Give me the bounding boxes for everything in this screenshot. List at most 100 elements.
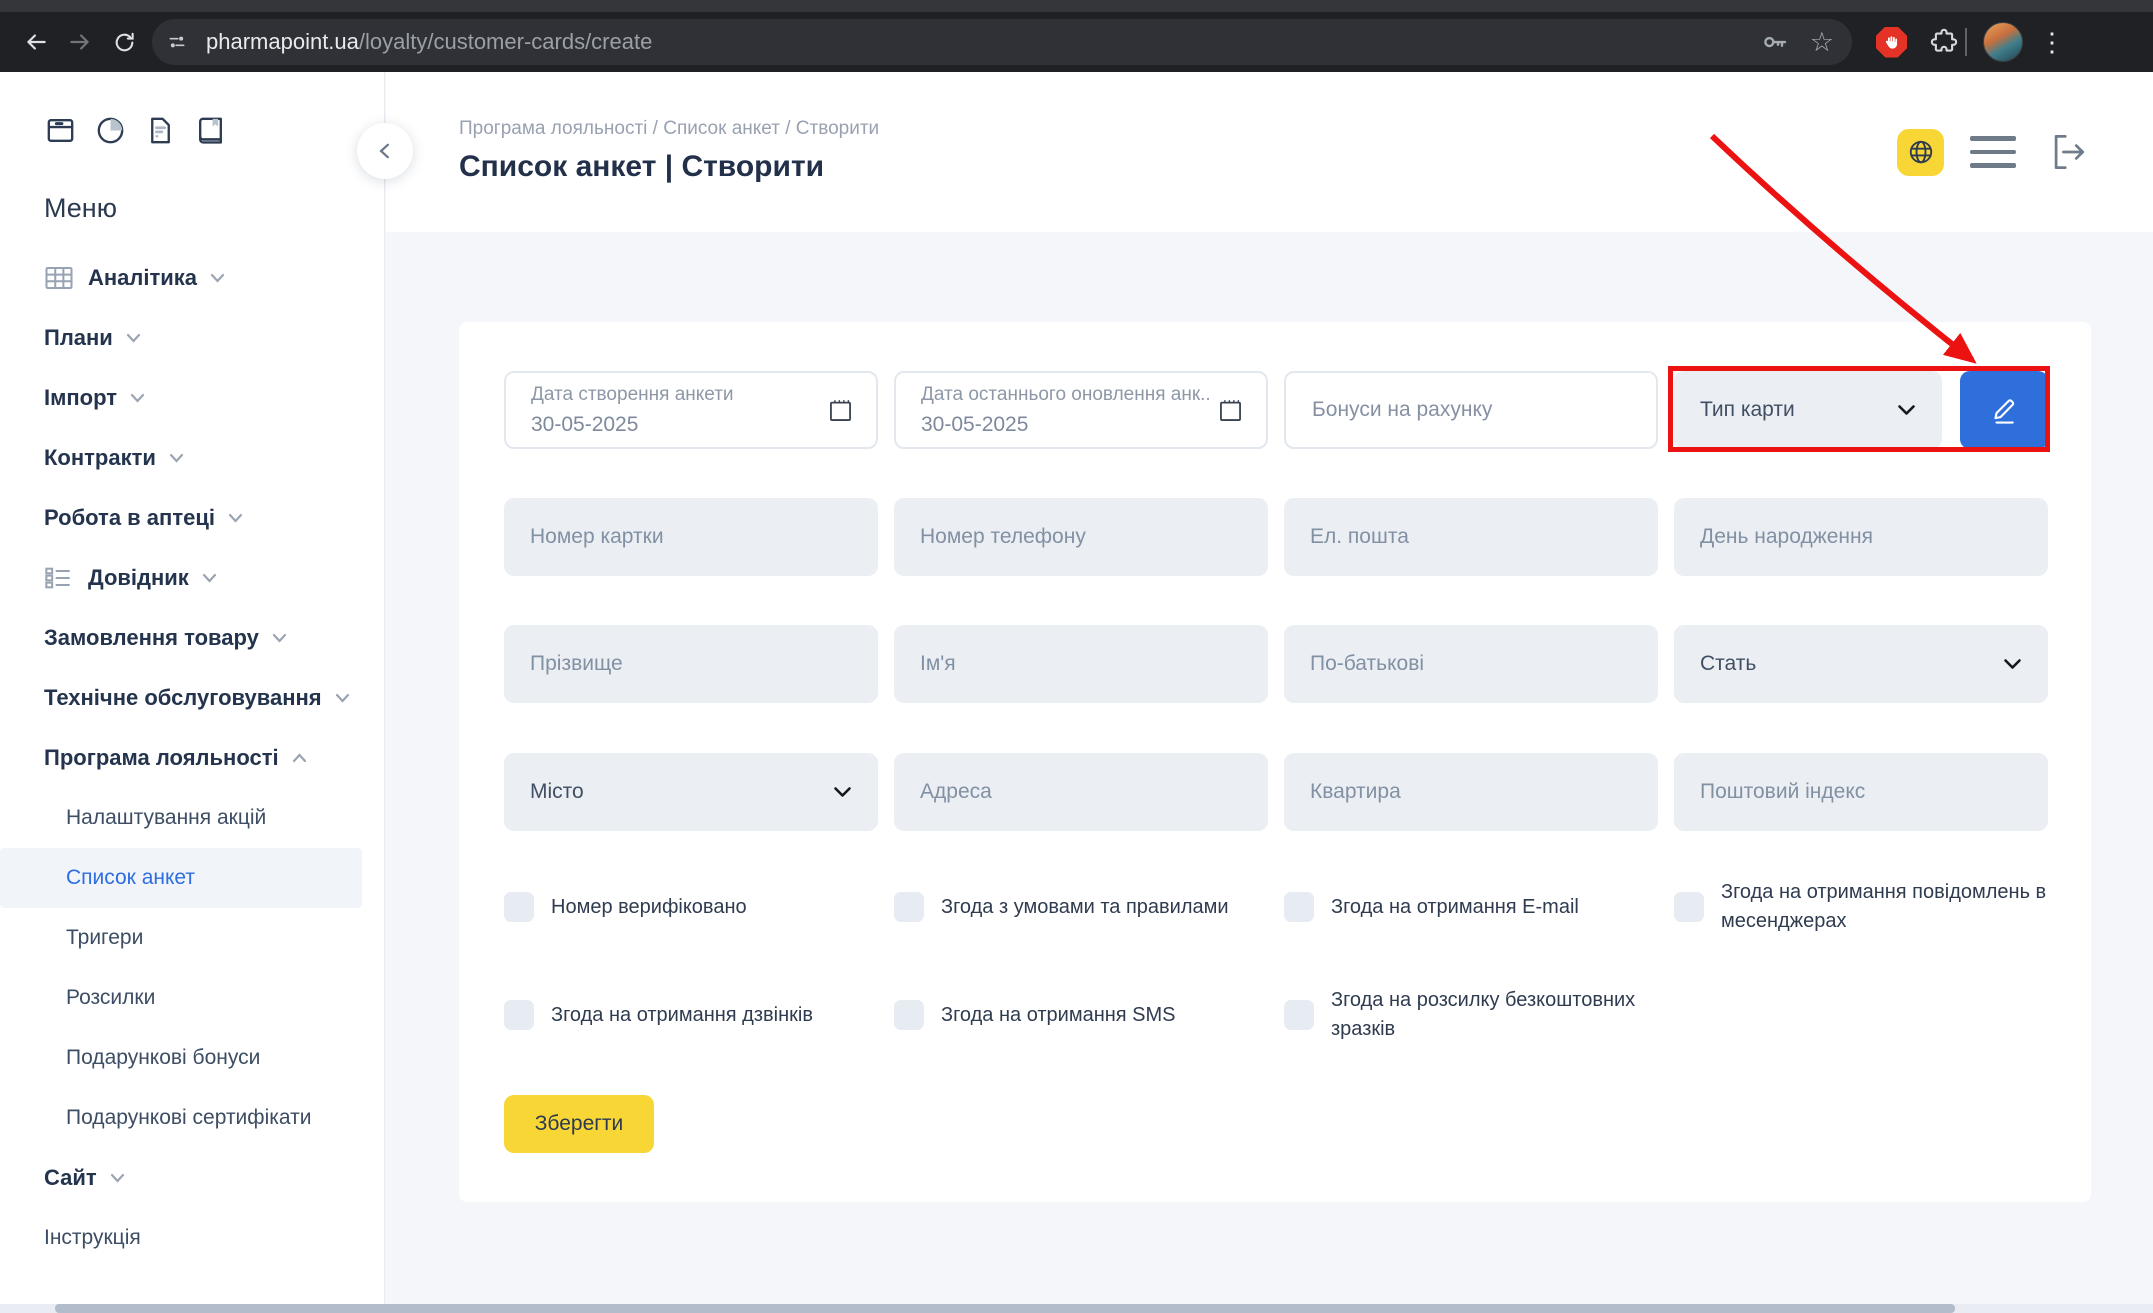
checkbox[interactable] bbox=[504, 892, 534, 922]
page-title: Список анкет | Створити bbox=[459, 150, 824, 184]
language-globe-button[interactable] bbox=[1897, 129, 1944, 176]
date-created-label: Дата створення анкети bbox=[531, 384, 734, 406]
checkbox-terms-agreement[interactable]: Згода з умовами та правилами bbox=[894, 892, 1268, 922]
sidebar-item-plans[interactable]: Плани bbox=[0, 308, 384, 368]
checkbox-number-verified[interactable]: Номер верифіковано bbox=[504, 892, 878, 922]
edit-card-type-button[interactable] bbox=[1960, 371, 2048, 449]
form-card: Дата створення анкети 30-05-2025 Дата ос… bbox=[459, 322, 2091, 1202]
chevron-down-icon bbox=[335, 693, 350, 703]
checkbox[interactable] bbox=[1284, 892, 1314, 922]
sidebar-item-import[interactable]: Імпорт bbox=[0, 368, 384, 428]
card-number-input[interactable]: Номер картки bbox=[504, 498, 878, 576]
table-grid-icon bbox=[44, 264, 76, 292]
reload-icon bbox=[112, 30, 137, 55]
date-created-value: 30-05-2025 bbox=[531, 413, 638, 437]
checkbox[interactable] bbox=[1674, 892, 1704, 922]
sidebar-item-loyalty-program[interactable]: Програма лояльності bbox=[0, 728, 384, 788]
logout-button[interactable] bbox=[2046, 128, 2090, 176]
sidebar: Меню Аналітика Плани Імпорт bbox=[0, 72, 385, 1313]
sidebar-subitem-promo-settings[interactable]: Налаштування акцій bbox=[0, 788, 384, 848]
browser-forward-button[interactable] bbox=[58, 20, 102, 64]
content-area: Повернутись до списку Дата створення анк… bbox=[386, 232, 2153, 1313]
checkbox[interactable] bbox=[504, 1000, 534, 1030]
browser-back-button[interactable] bbox=[14, 20, 58, 64]
sidebar-subitem-customer-cards[interactable]: Список анкет bbox=[0, 848, 362, 908]
sidebar-item-site[interactable]: Сайт bbox=[0, 1148, 384, 1208]
url-path: /loyalty/customer-cards/create bbox=[359, 29, 652, 54]
checkbox[interactable] bbox=[1284, 1000, 1314, 1030]
hamburger-menu-icon[interactable] bbox=[1970, 136, 2016, 168]
sidebar-subitem-triggers[interactable]: Тригери bbox=[0, 908, 384, 968]
email-input[interactable]: Ел. пошта bbox=[1284, 498, 1658, 576]
checkbox[interactable] bbox=[894, 1000, 924, 1030]
chevron-down-icon bbox=[130, 393, 145, 403]
card-type-select[interactable]: Тип карти bbox=[1674, 371, 1942, 449]
apartment-input[interactable]: Квартира bbox=[1284, 753, 1658, 831]
sidebar-item-maintenance[interactable]: Технічне обслуговування bbox=[0, 668, 384, 728]
gender-select[interactable]: Стать bbox=[1674, 625, 2048, 703]
toolbar-separator bbox=[1965, 28, 1967, 56]
book-icon[interactable] bbox=[194, 114, 227, 147]
address-bar[interactable]: pharmapoint.ua/loyalty/customer-cards/cr… bbox=[152, 19, 1852, 65]
site-settings-icon[interactable] bbox=[160, 25, 194, 59]
checkbox[interactable] bbox=[894, 892, 924, 922]
sidebar-subitem-mailings[interactable]: Розсилки bbox=[0, 968, 384, 1028]
window-strip bbox=[0, 0, 2153, 12]
date-updated-value: 30-05-2025 bbox=[921, 413, 1028, 437]
checkbox-messenger-consent[interactable]: Згода на отримання повідомлень в месендж… bbox=[1674, 878, 2048, 936]
horizontal-scrollbar[interactable] bbox=[0, 1304, 2153, 1313]
chevron-down-icon bbox=[228, 513, 243, 523]
document-icon[interactable] bbox=[144, 114, 177, 147]
breadcrumb: Програма лояльності / Список анкет / Ств… bbox=[459, 118, 879, 140]
sidebar-item-instruction[interactable]: Інструкція bbox=[0, 1208, 384, 1268]
checkbox-sms-consent[interactable]: Згода на отримання SMS bbox=[894, 1000, 1268, 1030]
profile-avatar[interactable] bbox=[1983, 22, 2023, 62]
calendar-icon[interactable] bbox=[827, 397, 854, 429]
date-created-field[interactable]: Дата створення анкети 30-05-2025 bbox=[504, 371, 878, 449]
scrollbar-thumb[interactable] bbox=[55, 1304, 1955, 1313]
sidebar-item-goods-order[interactable]: Замовлення товару bbox=[0, 608, 384, 668]
sidebar-subitem-gift-bonuses[interactable]: Подарункові бонуси bbox=[0, 1028, 384, 1088]
city-select[interactable]: Місто bbox=[504, 753, 878, 831]
pencil-edit-icon bbox=[1989, 395, 2019, 425]
checkbox-email-consent[interactable]: Згода на отримання E-mail bbox=[1284, 892, 1658, 922]
sidebar-item-pharmacy-work[interactable]: Робота в аптеці bbox=[0, 488, 384, 548]
postal-code-input[interactable]: Поштовий індекс bbox=[1674, 753, 2048, 831]
sidebar-item-directory[interactable]: Довідник bbox=[0, 548, 384, 608]
back-arrow-icon bbox=[23, 29, 49, 55]
sidebar-nav: Аналітика Плани Імпорт Контракти Робота … bbox=[0, 248, 384, 1268]
date-updated-label: Дата останнього оновлення анк... bbox=[921, 384, 1211, 406]
logout-icon bbox=[2046, 128, 2090, 176]
last-name-input[interactable]: Прізвище bbox=[504, 625, 878, 703]
adblock-extension-icon[interactable] bbox=[1876, 27, 1907, 58]
browser-menu-icon[interactable]: ⋮ bbox=[2039, 29, 2065, 55]
sidebar-item-contracts[interactable]: Контракти bbox=[0, 428, 384, 488]
sidebar-collapse-button[interactable] bbox=[357, 123, 413, 179]
birthday-input[interactable]: День народження bbox=[1674, 498, 2048, 576]
pie-chart-icon[interactable] bbox=[94, 114, 127, 147]
stop-hand-icon bbox=[1883, 34, 1900, 51]
first-name-input[interactable]: Ім'я bbox=[894, 625, 1268, 703]
middle-name-input[interactable]: По-батькові bbox=[1284, 625, 1658, 703]
chevron-down-icon bbox=[833, 786, 852, 798]
menu-heading: Меню bbox=[0, 147, 384, 224]
bonus-balance-field[interactable]: Бонуси на рахунку bbox=[1284, 371, 1658, 449]
chevron-down-icon bbox=[272, 633, 287, 643]
bonus-placeholder: Бонуси на рахунку bbox=[1312, 398, 1492, 422]
calendar-icon[interactable] bbox=[1217, 397, 1244, 429]
extensions-puzzle-icon[interactable] bbox=[1929, 27, 1959, 57]
sidebar-subitem-gift-certificates[interactable]: Подарункові сертифікати bbox=[0, 1088, 384, 1148]
checkbox-calls-consent[interactable]: Згода на отримання дзвінків bbox=[504, 1000, 878, 1030]
phone-input[interactable]: Номер телефону bbox=[894, 498, 1268, 576]
checkbox-free-samples-consent[interactable]: Згода на розсилку безкоштовних зразків bbox=[1284, 986, 1658, 1044]
address-input[interactable]: Адреса bbox=[894, 753, 1268, 831]
save-button[interactable]: Зберегти bbox=[504, 1095, 654, 1153]
date-updated-field[interactable]: Дата останнього оновлення анк... 30-05-2… bbox=[894, 371, 1268, 449]
archive-box-icon[interactable] bbox=[44, 114, 77, 147]
bookmark-star-icon[interactable]: ☆ bbox=[1810, 29, 1834, 56]
browser-reload-button[interactable] bbox=[102, 20, 146, 64]
password-key-icon[interactable] bbox=[1760, 27, 1790, 57]
sidebar-item-analytics[interactable]: Аналітика bbox=[0, 248, 384, 308]
page-header: Програма лояльності / Список анкет / Ств… bbox=[386, 72, 2153, 232]
chevron-down-icon bbox=[202, 573, 217, 583]
